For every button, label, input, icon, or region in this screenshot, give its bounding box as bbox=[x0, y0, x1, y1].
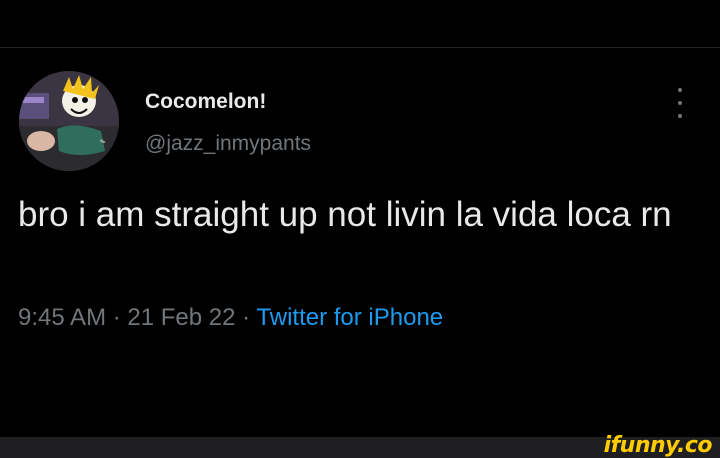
tweet-time[interactable]: 9:45 AM bbox=[18, 304, 106, 331]
dot bbox=[678, 101, 682, 105]
more-vertical-icon[interactable] bbox=[670, 88, 690, 118]
ifunny-watermark: ifunny.co bbox=[603, 433, 713, 458]
top-divider bbox=[0, 47, 720, 48]
dot bbox=[678, 114, 682, 118]
tweet-source[interactable]: Twitter for iPhone bbox=[256, 304, 443, 331]
dot bbox=[678, 88, 682, 92]
avatar-image: ✎ bbox=[19, 71, 119, 171]
tweet-date[interactable]: 21 Feb 22 bbox=[127, 304, 235, 331]
meta-separator: · bbox=[112, 304, 121, 331]
tweet-meta: 9:45 AM · 21 Feb 22 · Twitter for iPhone bbox=[18, 304, 443, 332]
username[interactable]: @jazz_inmypants bbox=[145, 132, 311, 156]
tweet-text: bro i am straight up not livin la vida l… bbox=[18, 195, 672, 234]
meta-separator: · bbox=[242, 304, 251, 331]
avatar[interactable]: ✎ bbox=[19, 71, 119, 171]
display-name[interactable]: Cocomelon! bbox=[145, 90, 266, 114]
